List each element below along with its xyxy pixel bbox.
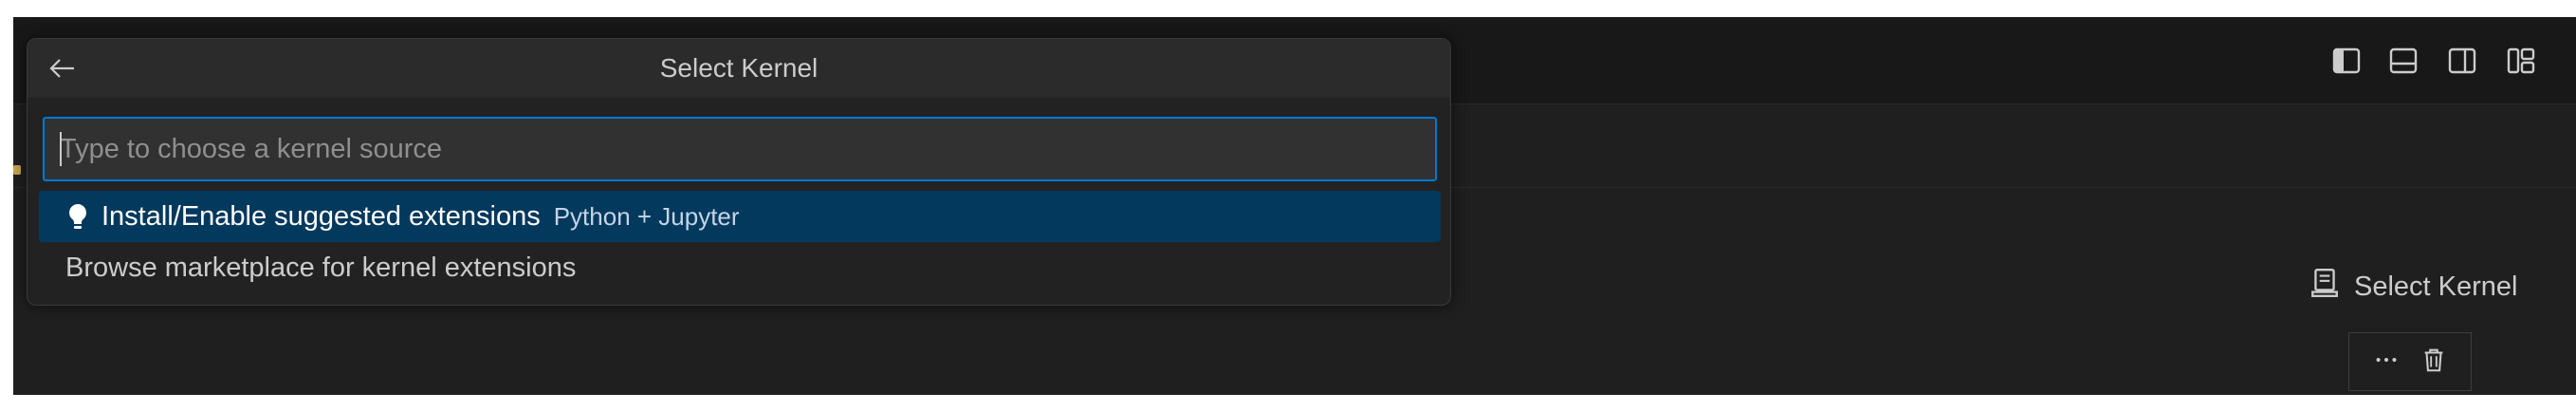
back-arrow-icon[interactable] — [43, 48, 83, 88]
customize-layout-icon[interactable] — [2500, 40, 2542, 82]
quick-pick-header: Select Kernel — [28, 39, 1450, 98]
cell-toolbar — [2348, 332, 2472, 391]
toggle-secondary-sidebar-icon[interactable] — [2441, 40, 2483, 82]
toggle-primary-sidebar-icon[interactable] — [2326, 40, 2367, 82]
lightbulb-icon — [65, 202, 90, 231]
trash-icon[interactable] — [2420, 346, 2448, 379]
list-item-label: Browse marketplace for kernel extensions — [65, 252, 577, 283]
select-kernel-button[interactable]: Select Kernel — [2309, 266, 2518, 308]
quick-pick-list: Install/Enable suggested extensions Pyth… — [39, 191, 1441, 293]
quick-pick-title: Select Kernel — [659, 53, 819, 83]
list-item-browse-marketplace[interactable]: Browse marketplace for kernel extensions — [39, 242, 1441, 293]
select-kernel-label: Select Kernel — [2354, 271, 2518, 302]
text-caret — [60, 132, 62, 166]
cell-more-actions-icon[interactable] — [2372, 346, 2401, 379]
toggle-panel-icon[interactable] — [2383, 40, 2424, 82]
list-item-install-suggested-extensions[interactable]: Install/Enable suggested extensions Pyth… — [39, 191, 1441, 242]
list-item-description: Python + Jupyter — [553, 201, 740, 231]
quick-pick-widget: Select Kernel Install/Enable suggested e… — [27, 38, 1451, 306]
kernel-source-input[interactable] — [45, 119, 1435, 179]
quick-pick-input-box — [43, 117, 1437, 181]
kernel-server-icon — [2309, 267, 2341, 307]
partial-text-fragment — [13, 165, 21, 175]
list-item-label: Install/Enable suggested extensions — [101, 200, 541, 232]
